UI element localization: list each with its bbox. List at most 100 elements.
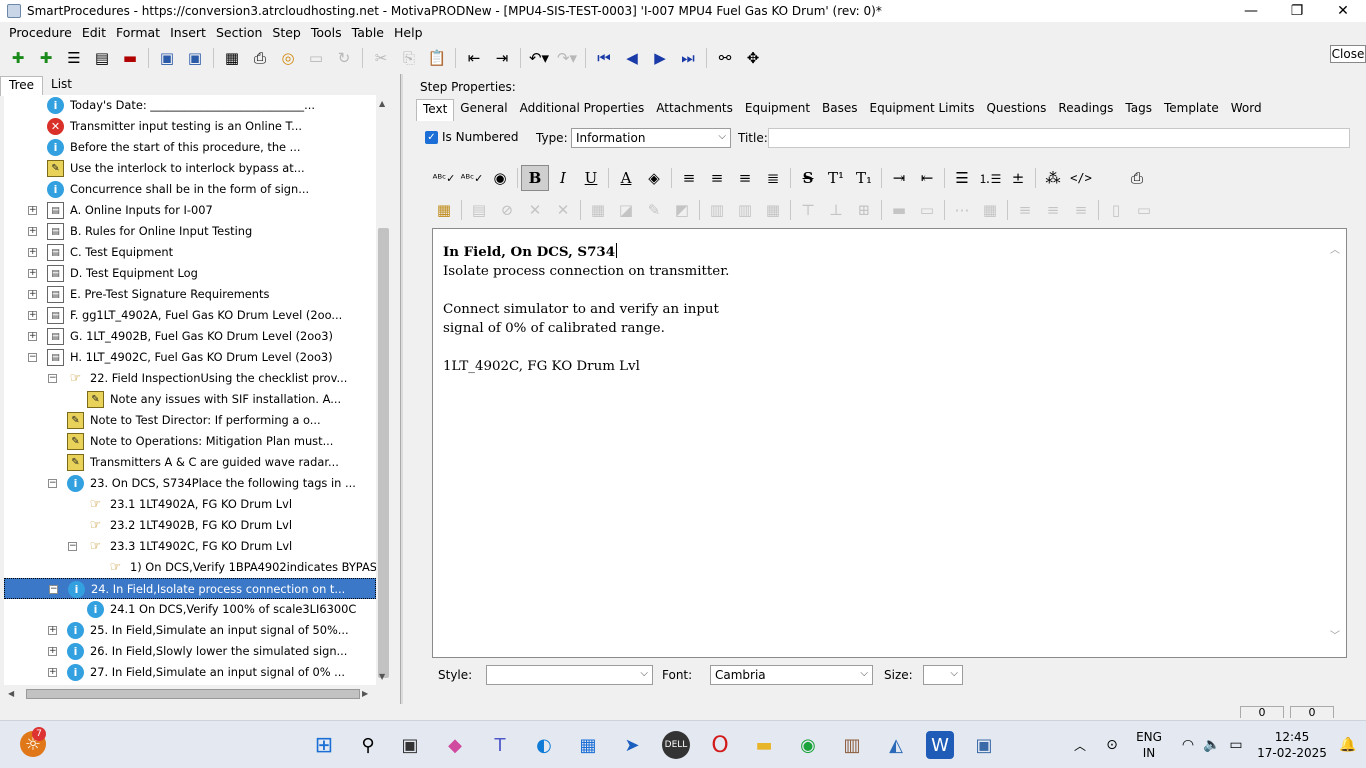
undo-icon[interactable]: ↶▾ <box>525 45 553 71</box>
tree-row[interactable]: ☞ 23.1 1LT4902A, FG KO Drum Lvl <box>4 494 376 515</box>
tree-row[interactable]: ✕ Transmitter input testing is an Online … <box>4 116 376 137</box>
align-right-icon[interactable]: ≡ <box>731 165 759 191</box>
last-icon[interactable]: ⏭ <box>674 45 702 71</box>
is-numbered-checkbox[interactable]: ✓ <box>425 131 438 144</box>
tree-row[interactable]: ✎ Note to Test Director: If performing a … <box>4 410 376 431</box>
next-icon[interactable]: ▶ <box>646 45 674 71</box>
teams-icon[interactable]: T <box>486 731 514 759</box>
start-icon[interactable]: ⊞ <box>310 731 338 759</box>
tab-readings[interactable]: Readings <box>1052 99 1119 121</box>
list-icon[interactable]: ☰ <box>60 45 88 71</box>
smartprocedures-icon[interactable]: ◭ <box>882 731 910 759</box>
tree-row[interactable]: + ▤ F. gg1LT_4902A, Fuel Gas KO Drum Level… <box>4 305 376 326</box>
remote-app-icon[interactable]: ▥ <box>838 731 866 759</box>
scroll-down-icon[interactable]: ▼ <box>379 672 385 681</box>
redo-arrow-icon[interactable]: ↻ <box>330 45 358 71</box>
tree-row[interactable]: + i 27. In Field,Simulate an input signal … <box>4 662 376 683</box>
font-color-icon[interactable]: A <box>612 165 640 191</box>
spellcheck-icon[interactable]: ᴬᴮᶜ✓ <box>430 165 458 191</box>
opera-icon[interactable]: O <box>706 731 734 759</box>
expand-icon[interactable]: + <box>48 668 57 677</box>
cell-border-icon[interactable]: ◪ <box>612 197 640 223</box>
insert-table-icon[interactable]: ▦ <box>430 197 458 223</box>
save-icon[interactable]: ▣ <box>181 45 209 71</box>
delete-table-icon[interactable]: ⊘ <box>493 197 521 223</box>
cell-props-icon[interactable]: ▦ <box>584 197 612 223</box>
type-select[interactable]: Information ⌵ <box>571 128 731 148</box>
store-icon[interactable]: ▦ <box>574 731 602 759</box>
expand-icon[interactable]: + <box>28 332 37 341</box>
insert-line-icon[interactable]: ± <box>1004 165 1032 191</box>
tab-text[interactable]: Text <box>416 99 455 121</box>
word-icon[interactable]: W <box>926 731 954 759</box>
delete-row-icon[interactable]: ✕ <box>521 197 549 223</box>
expand-icon[interactable]: + <box>28 290 37 299</box>
scroll-up-icon[interactable]: ︿ <box>1330 241 1340 256</box>
bold-icon[interactable]: B <box>521 165 549 191</box>
collapse-icon[interactable]: − <box>48 374 57 383</box>
expand-icon[interactable]: + <box>28 269 37 278</box>
close-button[interactable]: Close <box>1330 45 1366 63</box>
tab-bases[interactable]: Bases <box>816 99 863 121</box>
tree-row[interactable]: − i 23. On DCS, S734Place the following ta… <box>4 473 376 494</box>
menu-help[interactable]: Help <box>389 25 428 40</box>
paste-icon[interactable]: 📋 <box>423 45 451 71</box>
task-view-icon[interactable]: ▣ <box>396 731 424 759</box>
tab-general[interactable]: General <box>454 99 513 121</box>
decrease-indent-icon[interactable]: ⇤ <box>913 165 941 191</box>
tree-row[interactable]: ☞ 23.2 1LT4902B, FG KO Drum Lvl <box>4 515 376 536</box>
minimize-button[interactable]: — <box>1228 0 1274 22</box>
tree-row[interactable]: − ☞ 23.3 1LT4902C, FG KO Drum Lvl <box>4 536 376 557</box>
add-icon[interactable]: ✚ <box>4 45 32 71</box>
merge-cells-icon[interactable]: ▬ <box>885 197 913 223</box>
subscript-icon[interactable]: T₁ <box>850 165 878 191</box>
table-properties-icon[interactable]: ▤ <box>465 197 493 223</box>
procedure-tree[interactable]: i Today's Date: _________________________… <box>4 95 376 685</box>
network-status-icon[interactable]: ⊙ <box>1098 731 1126 759</box>
menu-table[interactable]: Table <box>347 25 389 40</box>
increase-indent-icon[interactable]: ⇥ <box>885 165 913 191</box>
expand-icon[interactable]: + <box>48 626 57 635</box>
dell-icon[interactable]: DELL <box>662 731 690 759</box>
scroll-up-icon[interactable]: ▲ <box>379 99 385 108</box>
redo-icon[interactable]: ↷▾ <box>553 45 581 71</box>
tree-row[interactable]: + ▤ D. Test Equipment Log <box>4 263 376 284</box>
remote-desktop-icon[interactable]: ▣ <box>970 731 998 759</box>
collapse-icon[interactable]: − <box>48 479 57 488</box>
tree-row[interactable]: ✎ Use the interlock to interlock bypass a… <box>4 158 376 179</box>
bullet-list-icon[interactable]: ☰ <box>948 165 976 191</box>
delete-column-icon[interactable]: ✕ <box>549 197 577 223</box>
scroll-down-icon[interactable]: ﹀ <box>1330 627 1340 642</box>
menu-step[interactable]: Step <box>267 25 305 40</box>
collapse-icon[interactable]: − <box>28 353 37 362</box>
expand-icon[interactable]: + <box>28 206 37 215</box>
italic-icon[interactable]: I <box>549 165 577 191</box>
save-all-icon[interactable]: ▣ <box>153 45 181 71</box>
file-explorer-icon[interactable]: ▬ <box>750 731 778 759</box>
move-icon[interactable]: ✥ <box>739 45 767 71</box>
cell-fill-icon[interactable]: ◩ <box>668 197 696 223</box>
first-icon[interactable]: ⏮ <box>590 45 618 71</box>
split-cells-icon[interactable]: ▭ <box>913 197 941 223</box>
print-preview-icon[interactable]: ⎙ <box>1123 165 1151 191</box>
tab-attachments[interactable]: Attachments <box>650 99 739 121</box>
tree-row[interactable]: ☞ 1) On DCS,Verify 1BPA4902indicates BYPA… <box>4 557 376 578</box>
indent-icon[interactable]: ⇥ <box>488 45 516 71</box>
step-text-editor[interactable]: In Field, On DCS, S734 Isolate process c… <box>432 228 1347 658</box>
cell-edit-icon[interactable]: ✎ <box>640 197 668 223</box>
tree-row[interactable]: + ▤ A. Online Inputs for I-007 <box>4 200 376 221</box>
scroll-left-icon[interactable]: ◀ <box>8 689 14 698</box>
battery-icon[interactable]: ▭ <box>1222 731 1250 759</box>
tree-row[interactable]: i Before the start of this procedure, the… <box>4 137 376 158</box>
chrome-icon[interactable]: ◉ <box>794 731 822 759</box>
tree-row[interactable]: + i 26. In Field,Slowly lower the simulate… <box>4 641 376 662</box>
col-right-icon[interactable]: ▥ <box>731 197 759 223</box>
publish-icon[interactable]: ▦ <box>218 45 246 71</box>
valign-top-icon[interactable]: ≡ <box>1011 197 1039 223</box>
spellcheck-options-icon[interactable]: ᴬᴮᶜ✓ <box>458 165 486 191</box>
app-arrow-icon[interactable]: ➤ <box>618 731 646 759</box>
column-width-icon[interactable]: ▯ <box>1102 197 1130 223</box>
tree-row[interactable]: + i 25. In Field,Simulate an input signal … <box>4 620 376 641</box>
expand-icon[interactable]: + <box>28 227 37 236</box>
tab-list[interactable]: List <box>43 76 80 96</box>
